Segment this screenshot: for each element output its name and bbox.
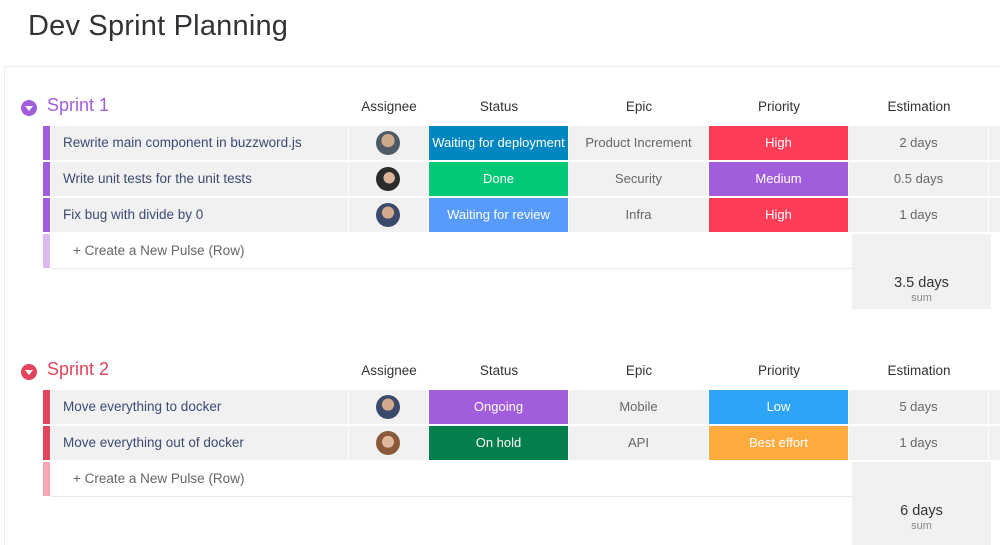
column-header-estimation[interactable]: Estimation: [849, 99, 989, 114]
user-avatar-icon[interactable]: [376, 167, 400, 191]
priority-cell[interactable]: High: [709, 126, 848, 160]
name-cell[interactable]: Fix bug with divide by 0: [51, 198, 348, 232]
group-header: Sprint 2 Assignee Status Epic Priority E…: [5, 351, 1000, 391]
priority-cell[interactable]: High: [709, 198, 848, 232]
pulse-name[interactable]: Fix bug with divide by 0: [63, 207, 203, 222]
table-row[interactable]: Write unit tests for the unit tests Done…: [43, 162, 1000, 196]
column-header-status[interactable]: Status: [429, 363, 569, 378]
divider: [51, 268, 851, 269]
estimation-cell[interactable]: 5 days: [849, 390, 988, 424]
estimation-cell[interactable]: 1 days: [849, 426, 988, 460]
sum-label: sum: [911, 292, 932, 304]
user-avatar-icon[interactable]: [376, 431, 400, 455]
priority-cell[interactable]: Medium: [709, 162, 848, 196]
epic-cell[interactable]: Infra: [569, 198, 708, 232]
assignee-cell[interactable]: [349, 162, 428, 196]
pulse-name[interactable]: Move everything out of docker: [63, 435, 244, 450]
sum-value: 3.5 days: [894, 275, 949, 291]
extra-column-cell[interactable]: [989, 390, 1000, 424]
name-cell[interactable]: Move everything out of docker: [51, 426, 348, 460]
board: Sprint 1 Assignee Status Epic Priority E…: [4, 66, 1000, 545]
chevron-down-icon[interactable]: [21, 100, 37, 116]
create-pulse-button[interactable]: + Create a New Pulse (Row): [73, 471, 244, 486]
assignee-cell[interactable]: [349, 198, 428, 232]
group-title[interactable]: Sprint 2: [47, 359, 109, 380]
assignee-cell[interactable]: [349, 390, 428, 424]
group-header: Sprint 1 Assignee Status Epic Priority E…: [5, 87, 1000, 127]
group-color-bar: [43, 462, 50, 496]
chevron-down-icon[interactable]: [21, 364, 37, 380]
status-cell[interactable]: Done: [429, 162, 568, 196]
extra-column-cell[interactable]: [989, 162, 1000, 196]
page-title: Dev Sprint Planning: [28, 10, 289, 42]
extra-column-cell[interactable]: [989, 426, 1000, 460]
epic-cell[interactable]: Product Increment: [569, 126, 708, 160]
pulse-name[interactable]: Write unit tests for the unit tests: [63, 171, 252, 186]
table-row[interactable]: Fix bug with divide by 0 Waiting for rev…: [43, 198, 1000, 232]
group-color-bar: [43, 198, 50, 232]
group-color-bar: [43, 390, 50, 424]
column-header-epic[interactable]: Epic: [569, 99, 709, 114]
group-color-bar: [43, 426, 50, 460]
group-color-bar: [43, 234, 50, 268]
epic-cell[interactable]: Security: [569, 162, 708, 196]
assignee-cell[interactable]: [349, 426, 428, 460]
column-header-priority[interactable]: Priority: [709, 99, 849, 114]
pulse-name[interactable]: Rewrite main component in buzzword.js: [63, 135, 302, 150]
sum-value: 6 days: [900, 503, 943, 519]
column-header-epic[interactable]: Epic: [569, 363, 709, 378]
assignee-cell[interactable]: [349, 126, 428, 160]
table-row[interactable]: Rewrite main component in buzzword.js Wa…: [43, 126, 1000, 160]
estimation-cell[interactable]: 0.5 days: [849, 162, 988, 196]
status-cell[interactable]: Waiting for review: [429, 198, 568, 232]
user-avatar-icon[interactable]: [376, 395, 400, 419]
divider: [51, 496, 851, 497]
user-avatar-icon[interactable]: [376, 131, 400, 155]
estimation-cell[interactable]: 1 days: [849, 198, 988, 232]
group-sprint-2: Sprint 2 Assignee Status Epic Priority E…: [5, 351, 1000, 545]
name-cell[interactable]: Write unit tests for the unit tests: [51, 162, 348, 196]
column-header-status[interactable]: Status: [429, 99, 569, 114]
user-avatar-icon[interactable]: [376, 203, 400, 227]
status-cell[interactable]: Waiting for deployment: [429, 126, 568, 160]
estimation-sum: 3.5 days sum: [852, 234, 991, 309]
table-row[interactable]: Move everything out of docker On hold AP…: [43, 426, 1000, 460]
pulse-name[interactable]: Move everything to docker: [63, 399, 221, 414]
table-row[interactable]: Move everything to docker Ongoing Mobile…: [43, 390, 1000, 424]
epic-cell[interactable]: Mobile: [569, 390, 708, 424]
priority-cell[interactable]: Low: [709, 390, 848, 424]
group-color-bar: [43, 126, 50, 160]
group-color-bar: [43, 162, 50, 196]
estimation-cell[interactable]: 2 days: [849, 126, 988, 160]
group-title[interactable]: Sprint 1: [47, 95, 109, 116]
sum-label: sum: [911, 520, 932, 532]
column-header-priority[interactable]: Priority: [709, 363, 849, 378]
column-header-assignee[interactable]: Assignee: [349, 363, 429, 378]
column-header-assignee[interactable]: Assignee: [349, 99, 429, 114]
column-header-estimation[interactable]: Estimation: [849, 363, 989, 378]
create-pulse-button[interactable]: + Create a New Pulse (Row): [73, 243, 244, 258]
epic-cell[interactable]: API: [569, 426, 708, 460]
extra-column-cell[interactable]: [989, 126, 1000, 160]
estimation-sum: 6 days sum: [852, 462, 991, 545]
status-cell[interactable]: On hold: [429, 426, 568, 460]
status-cell[interactable]: Ongoing: [429, 390, 568, 424]
priority-cell[interactable]: Best effort: [709, 426, 848, 460]
name-cell[interactable]: Move everything to docker: [51, 390, 348, 424]
name-cell[interactable]: Rewrite main component in buzzword.js: [51, 126, 348, 160]
extra-column-cell[interactable]: [989, 198, 1000, 232]
group-sprint-1: Sprint 1 Assignee Status Epic Priority E…: [5, 87, 1000, 317]
